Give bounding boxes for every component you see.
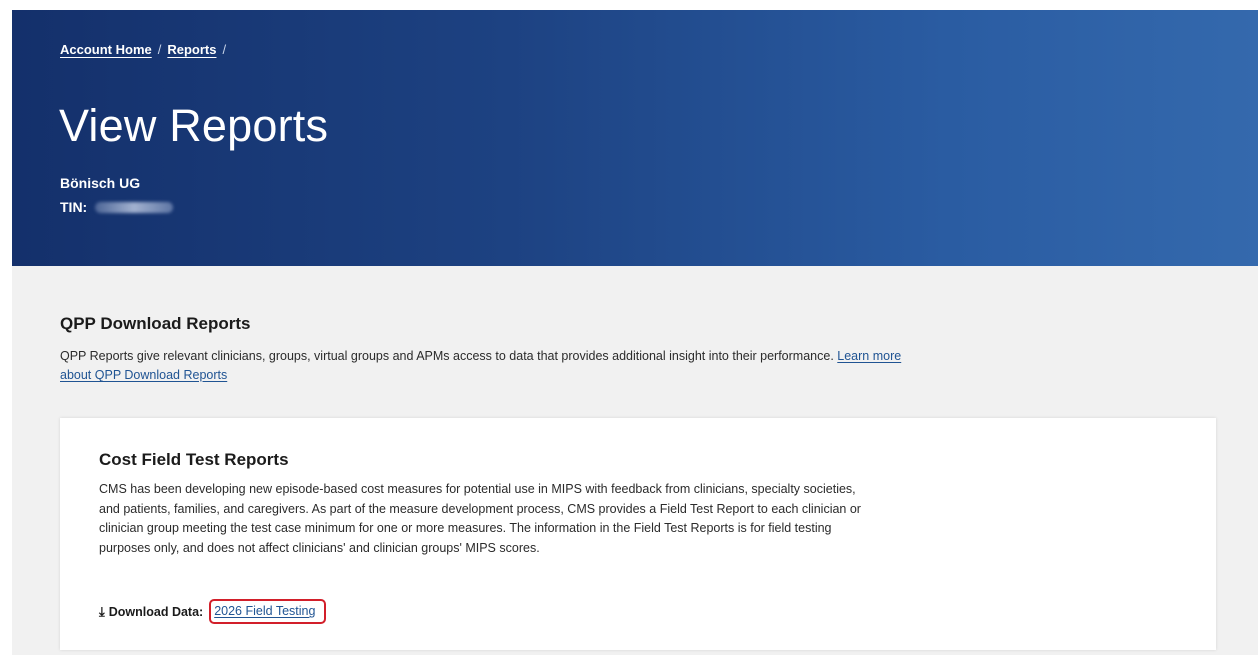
organization-name: Bönisch UG: [60, 175, 141, 191]
page-title: View Reports: [59, 100, 329, 151]
card-description: CMS has been developing new episode-base…: [99, 482, 861, 555]
breadcrumb-separator: /: [222, 42, 227, 57]
download-2026-field-testing-link[interactable]: 2026 Field Testing: [214, 604, 315, 618]
breadcrumb-account-home[interactable]: Account Home: [60, 42, 152, 57]
tin-redacted-value: [95, 201, 174, 213]
cost-field-test-reports-card: Cost Field Test Reports CMS has been dev…: [60, 418, 1216, 650]
download-icon: ⤓: [99, 603, 105, 619]
page-header-banner: Account Home / Reports / View Reports Bö…: [12, 10, 1258, 266]
section-heading: QPP Download Reports: [60, 314, 251, 333]
download-data-row: ⤓ Download Data: 2026 Field Testing: [99, 599, 327, 624]
section-description: QPP Reports give relevant clinicians, gr…: [60, 347, 920, 385]
section-description-text: QPP Reports give relevant clinicians, gr…: [60, 349, 834, 363]
card-heading: Cost Field Test Reports: [99, 450, 289, 469]
qpp-download-reports-section: QPP Download Reports QPP Reports give re…: [60, 314, 920, 385]
breadcrumb-reports[interactable]: Reports: [167, 42, 216, 57]
breadcrumb-separator: /: [157, 42, 162, 57]
page: Account Home / Reports / View Reports Bö…: [12, 10, 1258, 655]
tin-label: TIN:: [60, 199, 88, 215]
breadcrumb: Account Home / Reports /: [60, 42, 232, 57]
tin-row: TIN:: [60, 199, 174, 215]
highlighted-download-link: 2026 Field Testing: [209, 599, 327, 624]
download-data-label: Download Data:: [108, 604, 204, 619]
